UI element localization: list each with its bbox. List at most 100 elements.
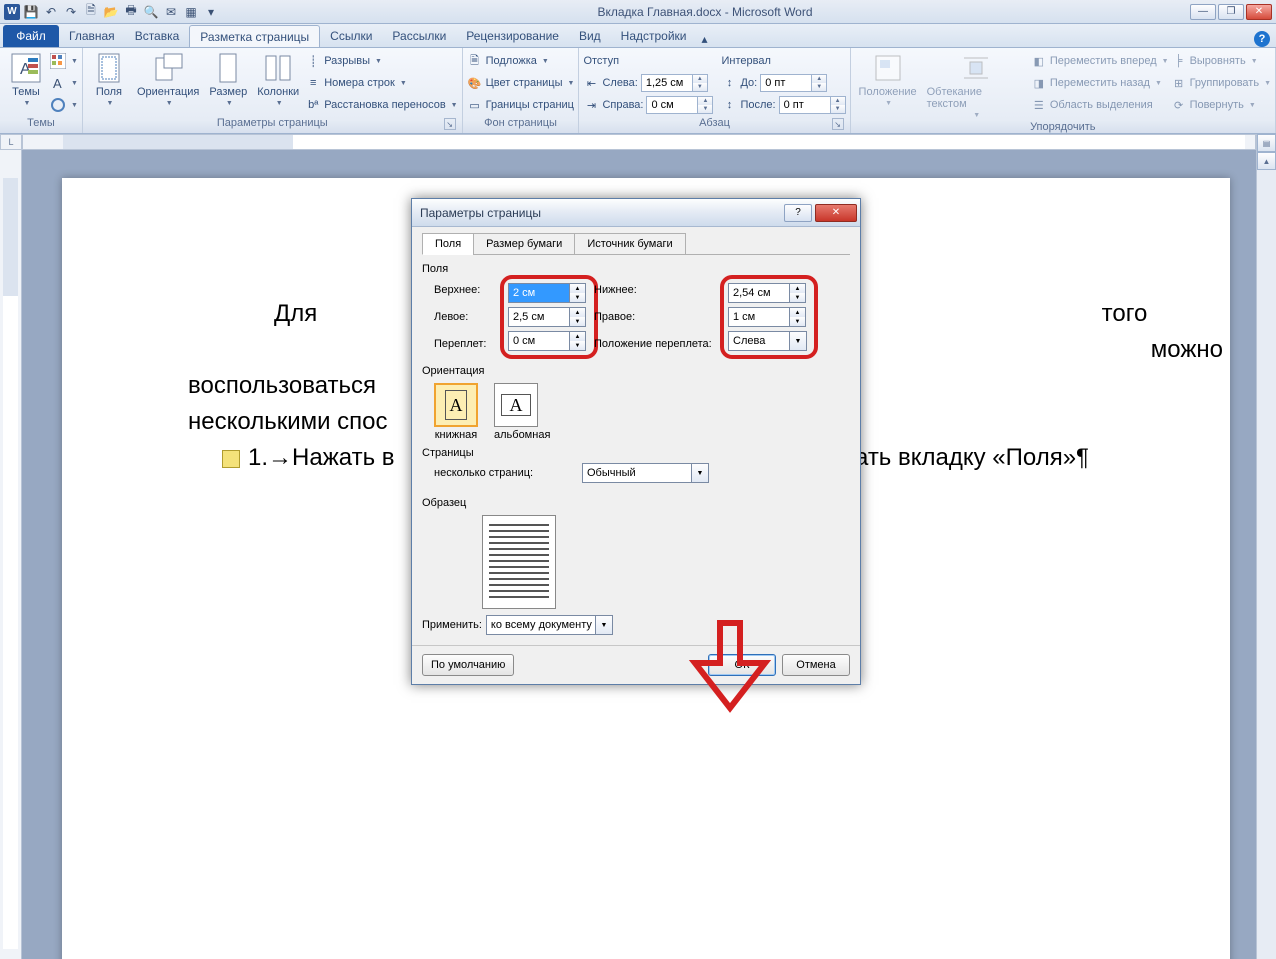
ruler-toggle-icon[interactable]: ▤ [1257, 134, 1276, 152]
apply-to-combo[interactable] [486, 615, 596, 635]
help-icon[interactable]: ? [1254, 31, 1270, 47]
indent-right-spinner[interactable]: ▲▼ [698, 96, 713, 114]
scroll-up-icon[interactable]: ▲ [1257, 152, 1276, 170]
orientation-landscape[interactable]: A альбомная [494, 383, 550, 441]
orientation-button[interactable]: Ориентация▼ [133, 50, 203, 109]
multi-pages-combo[interactable] [582, 463, 692, 483]
theme-fonts-icon[interactable]: A▼ [50, 72, 78, 94]
file-tab[interactable]: Файл [3, 25, 59, 47]
vertical-ruler[interactable] [0, 150, 22, 959]
tab-page-layout[interactable]: Разметка страницы [189, 25, 320, 47]
table-icon[interactable]: ▦ [182, 3, 200, 21]
align-button[interactable]: ╞Выровнять▼ [1171, 50, 1271, 72]
multi-pages-dropdown[interactable]: ▼ [692, 463, 709, 483]
bottom-margin-spinner[interactable]: ▲▼ [790, 283, 806, 303]
tab-home[interactable]: Главная [59, 25, 125, 47]
line-numbers-icon: ≡ [305, 75, 321, 91]
line-numbers-button[interactable]: ≡Номера строк▼ [305, 72, 457, 94]
new-icon[interactable]: 🗎 [82, 3, 100, 21]
dialog-close-button[interactable]: ✕ [815, 204, 857, 222]
group-page-setup: Поля▼ Ориентация▼ Размер▼ Колонки▼ ┊Разр… [83, 48, 463, 133]
tab-references[interactable]: Ссылки [320, 25, 382, 47]
qat-more-icon[interactable]: ▾ [202, 3, 220, 21]
position-button[interactable]: Положение▼ [855, 50, 921, 109]
gutter-spinner[interactable]: ▲▼ [570, 331, 586, 351]
themes-button[interactable]: A Темы▼ [4, 50, 48, 109]
gutter-position-combo[interactable] [728, 331, 790, 351]
breaks-icon: ┊ [305, 53, 321, 69]
open-icon[interactable]: 📂 [102, 3, 120, 21]
spacing-before-spinner[interactable]: ▲▼ [812, 74, 827, 92]
right-margin-spinner[interactable]: ▲▼ [790, 307, 806, 327]
indent-right-input[interactable] [646, 96, 698, 114]
top-margin-input[interactable] [508, 283, 570, 303]
dialog-tab-source[interactable]: Источник бумаги [574, 233, 685, 255]
bring-forward-button[interactable]: ◧Переместить вперед▼ [1031, 50, 1169, 72]
spacing-after-spinner[interactable]: ▲▼ [831, 96, 846, 114]
size-button[interactable]: Размер▼ [205, 50, 251, 109]
page-color-icon: 🎨 [467, 75, 483, 91]
undo-icon[interactable]: ↶ [42, 3, 60, 21]
redo-icon[interactable]: ↷ [62, 3, 80, 21]
cancel-button[interactable]: Отмена [782, 654, 850, 676]
orientation-section-label: Ориентация [422, 365, 850, 377]
orientation-portrait[interactable]: A книжная [434, 383, 478, 441]
group-button[interactable]: ⊞Группировать▼ [1171, 72, 1271, 94]
svg-text:A: A [53, 76, 62, 91]
restore-button[interactable]: ❐ [1218, 4, 1244, 20]
right-margin-input[interactable] [728, 307, 790, 327]
minimize-ribbon-icon[interactable]: ▴ [697, 31, 713, 47]
theme-colors-icon[interactable]: ▼ [50, 50, 78, 72]
indent-left-input[interactable] [641, 74, 693, 92]
page-borders-button[interactable]: ▭Границы страниц [467, 94, 575, 116]
apply-to-dropdown[interactable]: ▼ [596, 615, 613, 635]
theme-effects-icon[interactable]: ▼ [50, 94, 78, 116]
tab-view[interactable]: Вид [569, 25, 611, 47]
breaks-button[interactable]: ┊Разрывы▼ [305, 50, 457, 72]
hyphenation-button[interactable]: bªРасстановка переносов▼ [305, 94, 457, 116]
tab-addins[interactable]: Надстройки [611, 25, 697, 47]
ruler-corner[interactable]: L [0, 134, 22, 150]
columns-button[interactable]: Колонки▼ [253, 50, 303, 109]
wrap-text-button[interactable]: Обтекание текстом▼ [923, 50, 1029, 121]
top-margin-spinner[interactable]: ▲▼ [570, 283, 586, 303]
page-setup-dialog: Параметры страницы ? ✕ Поля Размер бумаг… [411, 198, 861, 685]
rotate-button[interactable]: ⟳Повернуть▼ [1171, 94, 1271, 116]
tab-mailings[interactable]: Рассылки [382, 25, 456, 47]
gutter-position-dropdown[interactable]: ▼ [790, 331, 807, 351]
left-margin-spinner[interactable]: ▲▼ [570, 307, 586, 327]
group-page-background: 🗎Подложка▼ 🎨Цвет страницы▼ ▭Границы стра… [463, 48, 580, 133]
left-margin-input[interactable] [508, 307, 570, 327]
close-button[interactable]: ✕ [1246, 4, 1272, 20]
columns-icon [262, 52, 294, 84]
dialog-titlebar[interactable]: Параметры страницы ? ✕ [412, 199, 860, 227]
minimize-button[interactable]: — [1190, 4, 1216, 20]
dialog-help-button[interactable]: ? [784, 204, 812, 222]
vertical-scrollbar[interactable]: ▤ ▲ [1256, 134, 1276, 959]
save-icon[interactable]: 💾 [22, 3, 40, 21]
page-color-button[interactable]: 🎨Цвет страницы▼ [467, 72, 575, 94]
ribbon: A Темы▼ ▼ A▼ ▼ Темы Поля▼ Ориентация▼ Ра… [0, 48, 1276, 134]
default-button[interactable]: По умолчанию [422, 654, 514, 676]
selection-pane-button[interactable]: ☰Область выделения [1031, 94, 1169, 116]
tab-insert[interactable]: Вставка [125, 25, 190, 47]
page-setup-launcher[interactable]: ↘ [444, 118, 456, 130]
quickprint-icon[interactable]: 🖶 [122, 3, 140, 21]
ok-button[interactable]: ОК [708, 654, 776, 676]
spacing-before-input[interactable] [760, 74, 812, 92]
send-backward-button[interactable]: ◨Переместить назад▼ [1031, 72, 1169, 94]
dialog-tab-margins[interactable]: Поля [422, 233, 474, 255]
tab-review[interactable]: Рецензирование [456, 25, 569, 47]
print-preview-icon[interactable]: 🔍 [142, 3, 160, 21]
mail-icon[interactable]: ✉ [162, 3, 180, 21]
gutter-input[interactable] [508, 331, 570, 351]
spacing-after-input[interactable] [779, 96, 831, 114]
top-label: Верхнее: [434, 284, 504, 296]
dialog-tab-paper[interactable]: Размер бумаги [473, 233, 575, 255]
indent-left-spinner[interactable]: ▲▼ [693, 74, 708, 92]
margins-button[interactable]: Поля▼ [87, 50, 131, 109]
bottom-margin-input[interactable] [728, 283, 790, 303]
paragraph-launcher[interactable]: ↘ [832, 118, 844, 130]
horizontal-ruler[interactable] [22, 134, 1256, 150]
watermark-button[interactable]: 🗎Подложка▼ [467, 50, 575, 72]
